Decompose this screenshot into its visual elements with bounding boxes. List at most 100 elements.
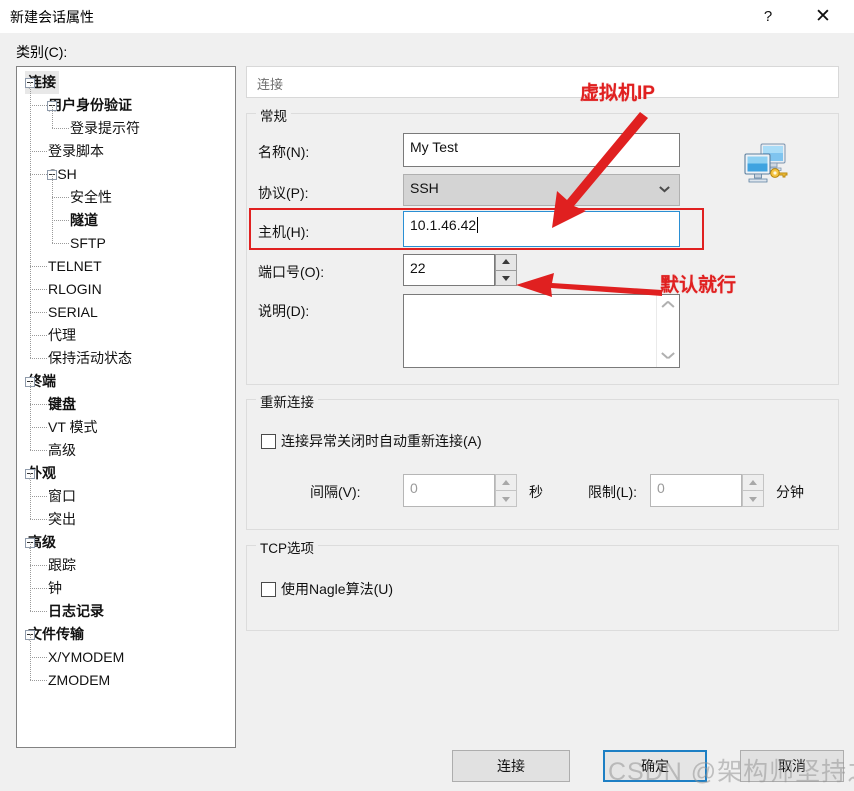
tree-item[interactable]: 代理 (17, 324, 235, 347)
general-group-legend: 常规 (256, 105, 291, 125)
tree-item-label: VT 模式 (48, 419, 98, 435)
chevron-down-icon (660, 185, 669, 194)
tree-item[interactable]: 日志记录 (17, 600, 235, 623)
scroll-up-icon[interactable] (662, 301, 674, 313)
arrow-down-icon (502, 275, 510, 281)
tree-item-label: 安全性 (70, 189, 112, 205)
connect-button[interactable]: 连接 (452, 750, 570, 782)
tree-connector-line (30, 82, 32, 358)
tree-connector-line (30, 519, 47, 521)
tree-item[interactable]: 跟踪 (17, 554, 235, 577)
tree-item-label: 隧道 (70, 212, 98, 228)
tree-item[interactable]: 隧道 (17, 209, 235, 232)
limit-input[interactable]: 0 (650, 474, 742, 507)
ok-button[interactable]: 确定 (603, 750, 707, 782)
tree-item[interactable]: 窗口 (17, 485, 235, 508)
auto-reconnect-label: 连接异常关闭时自动重新连接(A) (281, 433, 482, 449)
limit-label: 限制(L): (588, 484, 637, 500)
tree-connector-line (52, 174, 54, 243)
description-textarea[interactable] (403, 294, 680, 368)
tree-item[interactable]: VT 模式 (17, 416, 235, 439)
interval-increment-button[interactable] (495, 474, 517, 490)
host-input[interactable]: 10.1.46.42 (403, 211, 680, 247)
tree-item[interactable]: 键盘 (17, 393, 235, 416)
tree-item-label: 日志记录 (48, 603, 104, 619)
tree-item[interactable]: 外观 (17, 462, 235, 485)
tree-item-label: 跟踪 (48, 557, 76, 573)
host-value: 10.1.46.42 (410, 217, 477, 233)
protocol-select[interactable]: SSH (403, 174, 680, 206)
limit-stepper[interactable]: 0 (650, 474, 764, 507)
tree-item[interactable]: 连接 (17, 71, 235, 94)
auto-reconnect-checkbox[interactable] (261, 433, 276, 449)
tree-item[interactable]: 突出 (17, 508, 235, 531)
tree-item[interactable]: 钟 (17, 577, 235, 600)
tree-item-label: 用户身份验证 (48, 97, 132, 113)
tree-item[interactable]: RLOGIN (17, 278, 235, 301)
nagle-label: 使用Nagle算法(U) (281, 581, 394, 597)
tree-item[interactable]: TELNET (17, 255, 235, 278)
interval-stepper[interactable]: 0 (403, 474, 517, 507)
port-increment-button[interactable] (495, 254, 517, 270)
scroll-down-icon[interactable] (662, 347, 674, 359)
tree-item[interactable]: SSH (17, 163, 235, 186)
tree-item[interactable]: 高级 (17, 531, 235, 554)
nagle-checkbox[interactable] (261, 581, 276, 597)
tree-connector-line (30, 427, 47, 429)
help-button[interactable]: ? (745, 0, 791, 32)
tree-connector-line (30, 404, 47, 406)
tree-item[interactable]: SFTP (17, 232, 235, 255)
interval-decrement-button[interactable] (495, 490, 517, 507)
nagle-checkbox-row[interactable]: 使用Nagle算法(U) (261, 579, 393, 599)
tree-item-label: 代理 (48, 327, 76, 343)
category-label: 类别(C): (16, 44, 68, 60)
tree-connector-line (30, 657, 47, 659)
tree-item[interactable]: 文件传输 (17, 623, 235, 646)
tree-connector-line (30, 312, 47, 314)
tree-item[interactable]: 安全性 (17, 186, 235, 209)
tree-item-label: 保持活动状态 (48, 350, 132, 366)
tree-item[interactable]: 终端 (17, 370, 235, 393)
window-edge-strip (0, 32, 5, 791)
tree-connector-line (30, 335, 47, 337)
annotation-default-note: 默认就行 (660, 275, 737, 296)
tree-connector-line (30, 174, 47, 176)
port-input[interactable]: 22 (403, 254, 495, 286)
tree-connector-line (30, 450, 47, 452)
tree-item-label: 登录提示符 (70, 120, 140, 136)
port-decrement-button[interactable] (495, 269, 517, 286)
tree-item-label: 钟 (48, 580, 62, 596)
tree-item[interactable]: ZMODEM (17, 669, 235, 692)
limit-decrement-button[interactable] (742, 490, 764, 507)
cancel-button[interactable]: 取消 (740, 750, 844, 782)
tree-item-label: SFTP (70, 235, 106, 251)
tree-item[interactable]: 保持活动状态 (17, 347, 235, 370)
reconnect-group: 重新连接 (246, 391, 839, 530)
limit-increment-button[interactable] (742, 474, 764, 490)
connection-computers-icon (742, 140, 790, 186)
tree-item[interactable]: SERIAL (17, 301, 235, 324)
tree-item-label: RLOGIN (48, 281, 102, 297)
name-input[interactable]: My Test (403, 133, 680, 167)
close-button[interactable]: ✕ (800, 0, 846, 32)
tree-item[interactable]: 登录脚本 (17, 140, 235, 163)
category-tree[interactable]: 连接用户身份验证登录提示符登录脚本 SSH 安全性隧道 SFTP TELNET RLOGI… (16, 66, 236, 748)
tree-item-label: ZMODEM (48, 672, 111, 688)
interval-label: 间隔(V): (310, 484, 361, 500)
description-scrollbar[interactable] (656, 295, 679, 367)
tree-item[interactable]: 用户身份验证 (17, 94, 235, 117)
auto-reconnect-checkbox-row[interactable]: 连接异常关闭时自动重新连接(A) (261, 431, 482, 451)
interval-input[interactable]: 0 (403, 474, 495, 507)
tree-connector-line (52, 220, 69, 222)
tree-item[interactable]: 登录提示符 (17, 117, 235, 140)
description-label: 说明(D): (258, 303, 310, 319)
tree-item-label: TELNET (48, 258, 102, 274)
page-header-label: 连接 (257, 77, 284, 92)
tree-connector-line (30, 565, 47, 567)
tree-item[interactable]: 高级 (17, 439, 235, 462)
text-caret (477, 217, 479, 233)
tree-item[interactable]: X/YMODEM (17, 646, 235, 669)
tree-connector-line (52, 105, 54, 128)
tree-connector-line (52, 197, 69, 199)
port-stepper[interactable]: 22 (403, 254, 517, 286)
